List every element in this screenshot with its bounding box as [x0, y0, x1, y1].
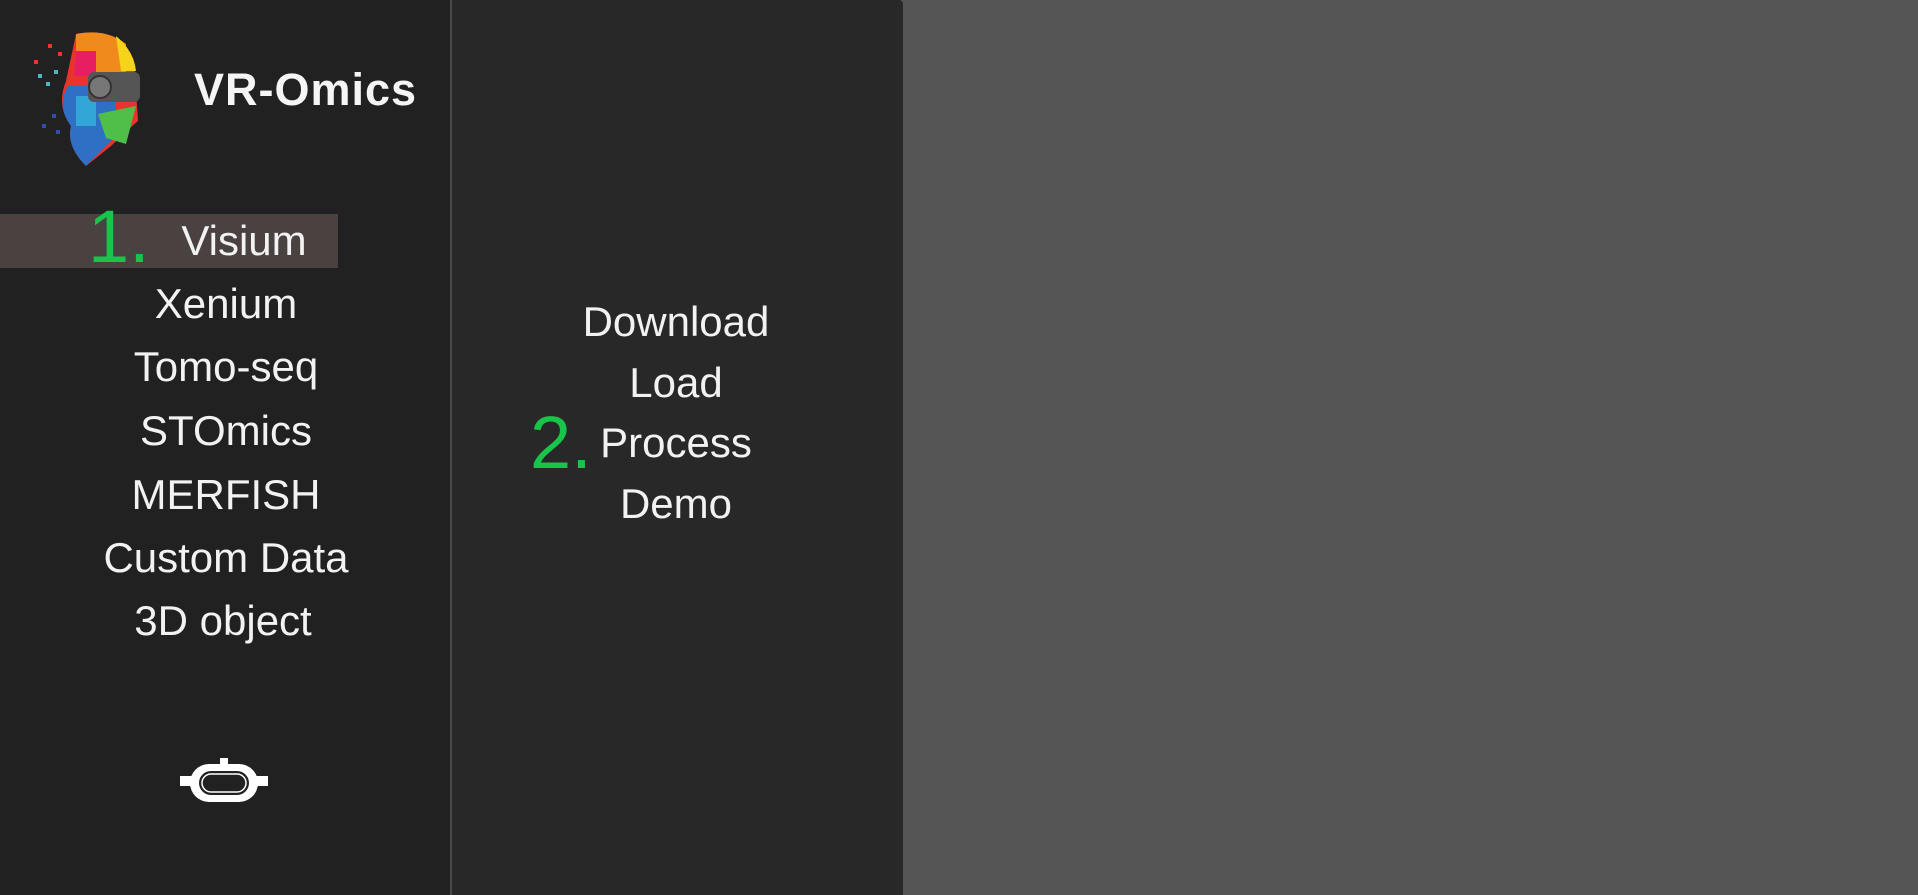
sidebar-item-xenium[interactable]: Xenium	[155, 283, 297, 325]
sidebar-item-visium[interactable]: Visium	[181, 220, 306, 262]
sidebar-item-custom-data[interactable]: Custom Data	[103, 537, 348, 579]
sidebar-item-merfish[interactable]: MERFISH	[132, 474, 321, 516]
step-2-marker: 2.	[530, 401, 592, 484]
sidebar-item-tomo-seq[interactable]: Tomo-seq	[134, 346, 318, 388]
vr-head-logo-icon	[34, 32, 140, 166]
step-1-marker: 1.	[88, 195, 150, 278]
sidebar: VR-Omics 1. Visium Xenium Tomo-seq STOmi…	[0, 0, 452, 895]
submenu-panel: 2. Download Load Process Demo	[452, 0, 903, 895]
sidebar-item-stomics[interactable]: STOmics	[140, 410, 312, 452]
submenu-item-demo[interactable]: Demo	[620, 483, 732, 525]
content-area	[904, 0, 1918, 895]
submenu-item-load[interactable]: Load	[629, 362, 722, 404]
app-title: VR-Omics	[194, 64, 418, 115]
vr-headset-icon[interactable]	[178, 756, 270, 804]
submenu-item-download[interactable]: Download	[583, 301, 770, 343]
sidebar-item-3d-object[interactable]: 3D object	[134, 600, 311, 642]
submenu-item-process[interactable]: Process	[600, 422, 752, 464]
